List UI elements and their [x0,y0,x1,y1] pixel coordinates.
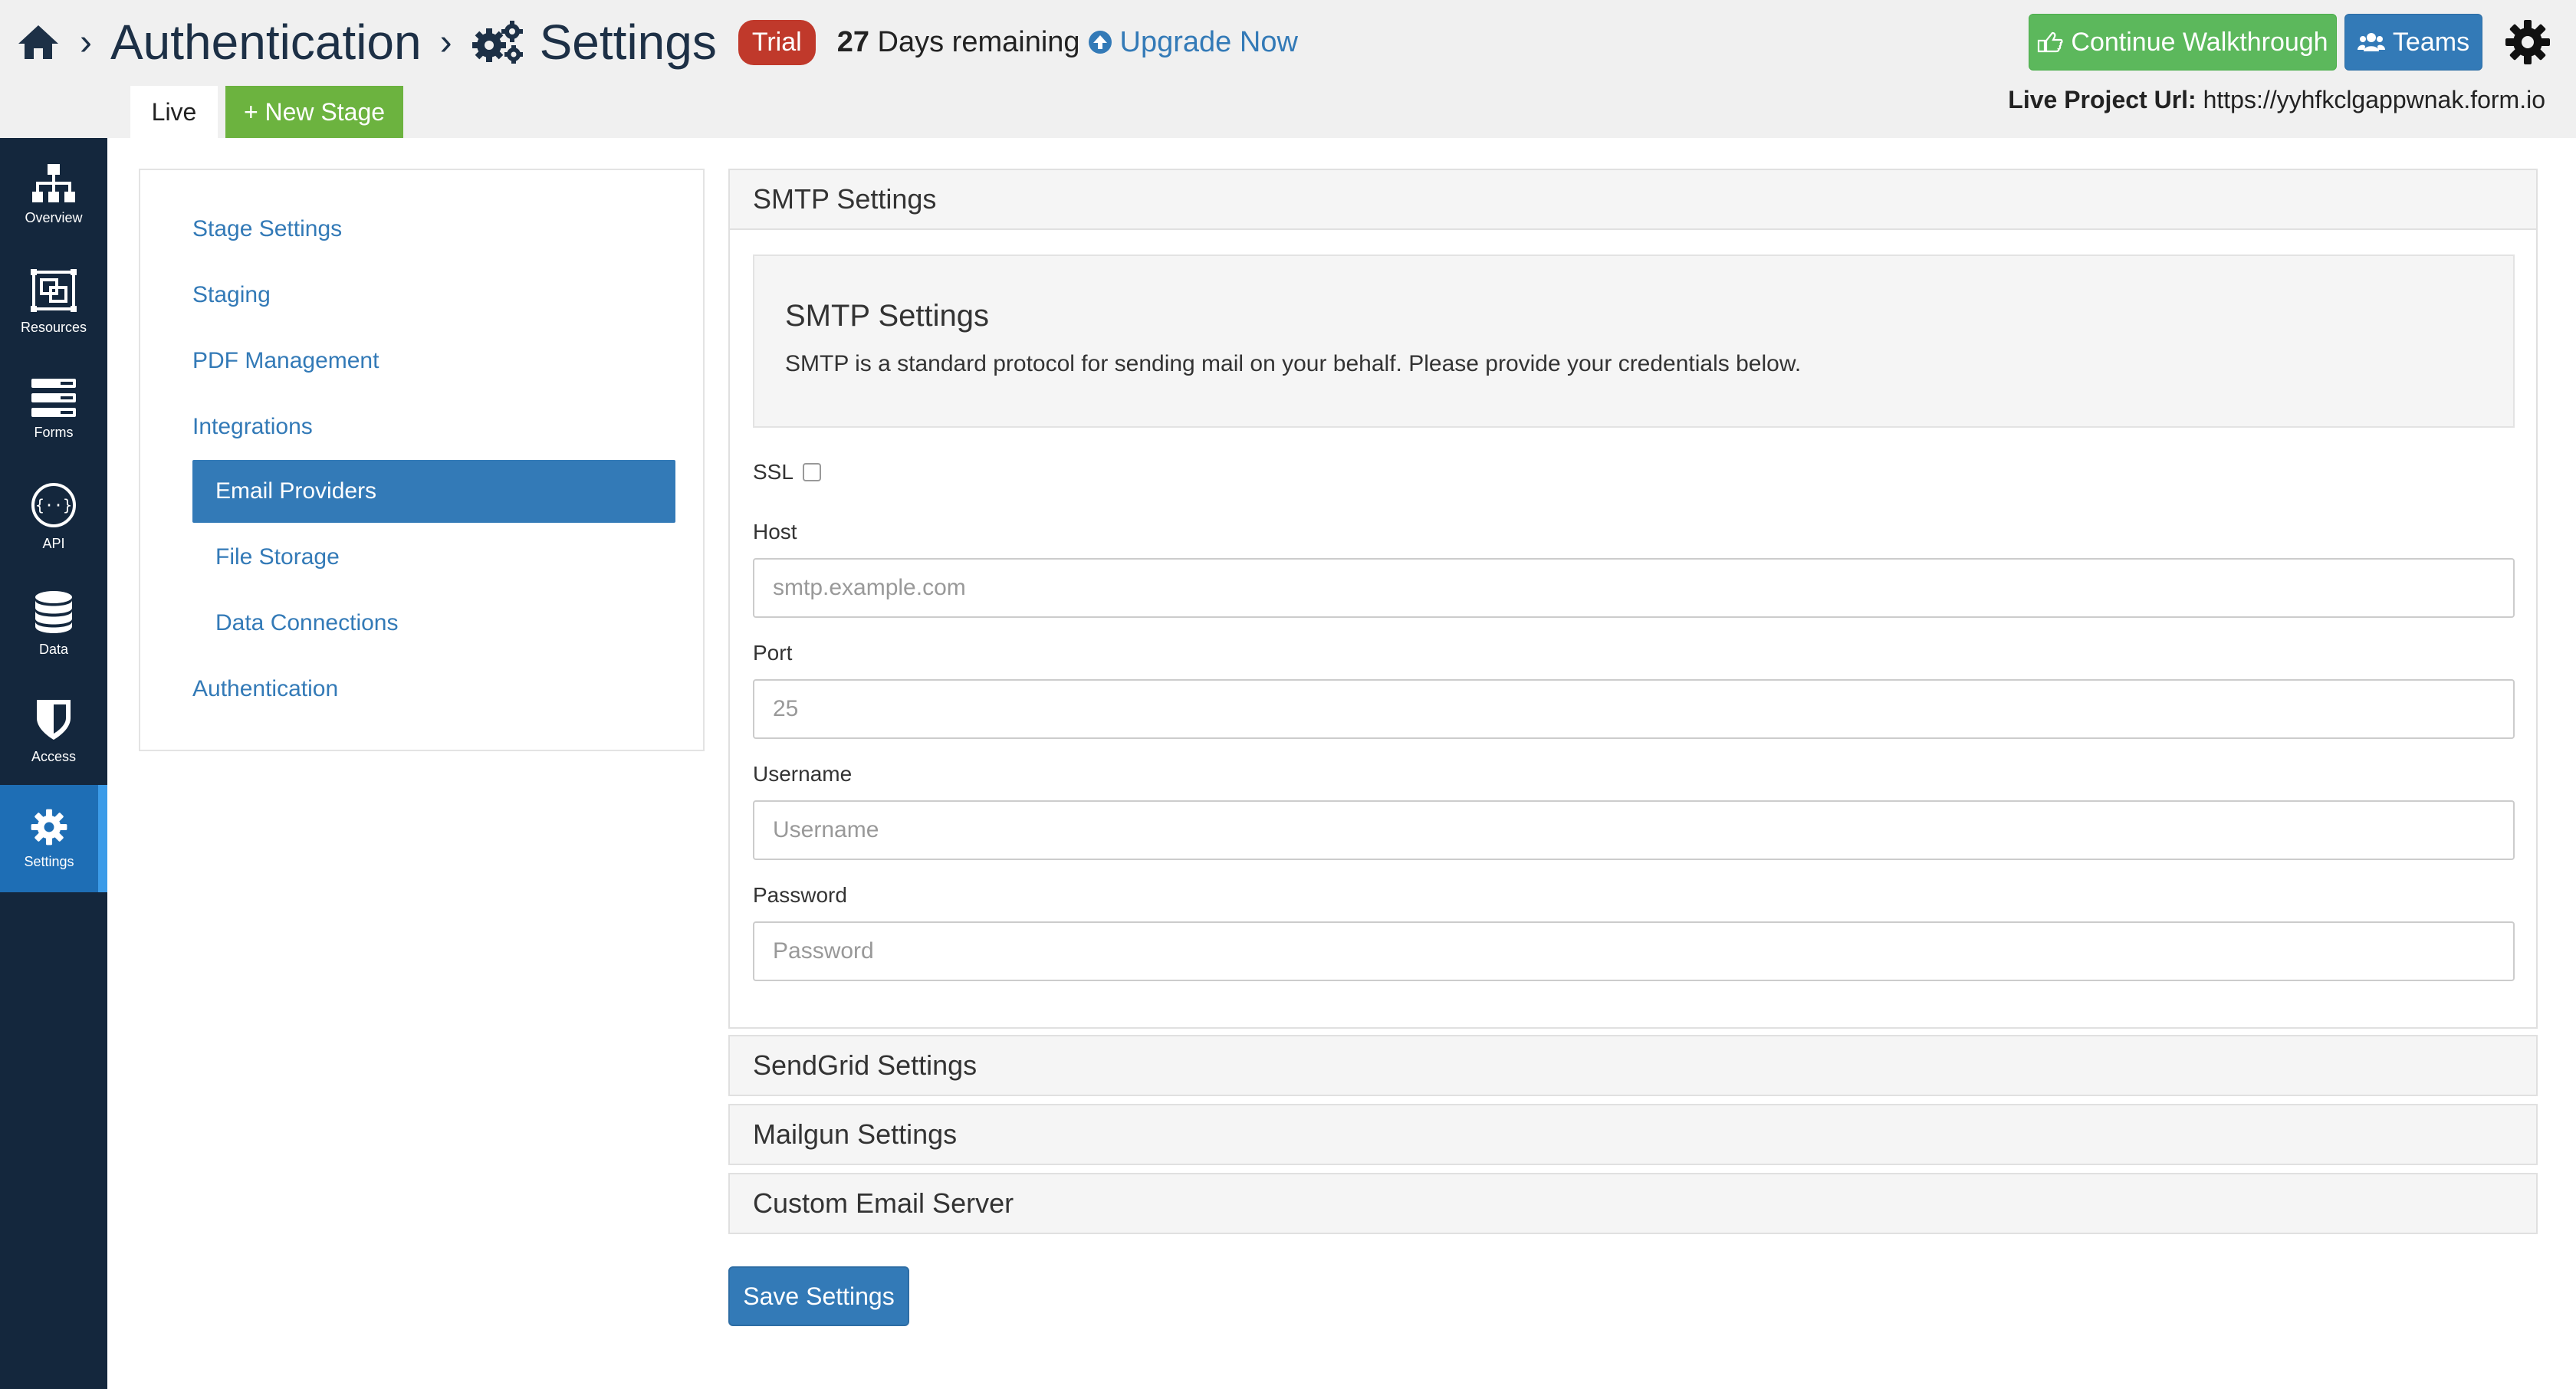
breadcrumb-separator: › [439,21,452,63]
resources-icon [31,268,77,312]
arrow-circle-up-icon [1088,31,1112,54]
tab-live[interactable]: Live [130,86,218,138]
days-remaining: 27 Days remaining [837,26,1080,59]
users-icon [2357,33,2385,51]
teams-button[interactable]: Teams [2344,14,2482,71]
nav-file-storage[interactable]: File Storage [215,544,340,570]
gears-icon [472,21,523,64]
mailgun-panel-heading: Mailgun Settings [753,1118,958,1150]
port-input[interactable] [753,679,2515,739]
walkthrough-label: Continue Walkthrough [2071,27,2328,57]
nav-email-providers[interactable]: Email Providers [192,460,675,523]
smtp-settings-panel: SMTP Settings SMTP Settings SMTP is a st… [728,169,2538,1029]
database-icon [35,590,72,633]
rail-item-resources[interactable]: Resources [0,248,107,356]
smtp-panel-heading[interactable]: SMTP Settings [730,170,2536,230]
username-input[interactable] [753,800,2515,860]
nav-pdf-management[interactable]: PDF Management [192,348,379,374]
rail-label: Settings [24,853,74,869]
forms-icon [31,378,76,417]
live-project-url: Live Project Url: https://yyhfkclgappwna… [2008,86,2545,114]
shield-icon [37,699,71,740]
nav-data-connections[interactable]: Data Connections [215,610,398,636]
top-header: › Authentication › Settings Trial 27 Day… [0,0,2576,138]
home-icon[interactable] [15,22,61,62]
host-label: Host [753,520,797,543]
page-title: Settings [539,15,717,70]
continue-walkthrough-button[interactable]: Continue Walkthrough [2029,14,2337,71]
ssl-field[interactable]: SSL [753,460,821,484]
gear-icon [31,809,67,845]
rail-item-api[interactable]: {··} API [0,463,107,570]
password-label: Password [753,883,847,907]
left-rail: Overview Resources Forms {··} API Data A… [0,138,107,1389]
password-input[interactable] [753,921,2515,981]
breadcrumb: › Authentication › Settings Trial 27 Day… [15,8,1298,77]
breadcrumb-authentication[interactable]: Authentication [110,14,422,71]
rail-item-data[interactable]: Data [0,570,107,678]
nav-stage-settings[interactable]: Stage Settings [192,216,342,242]
rail-item-overview[interactable]: Overview [0,141,107,248]
smtp-well-title: SMTP Settings [785,299,990,333]
svg-text:{··}: {··} [35,496,72,514]
trial-badge: Trial [738,19,816,65]
upgrade-link[interactable]: Upgrade Now [1088,26,1298,59]
sendgrid-settings-panel[interactable]: SendGrid Settings [728,1035,2538,1096]
custom-email-server-panel[interactable]: Custom Email Server [728,1173,2538,1234]
rail-label: Overview [25,209,83,225]
days-count: 27 [836,25,869,58]
ssl-checkbox[interactable] [802,463,821,481]
ssl-label: SSL [753,460,794,484]
mailgun-settings-panel[interactable]: Mailgun Settings [728,1104,2538,1165]
rail-label: Data [38,641,69,657]
breadcrumb-separator: › [80,21,92,63]
api-icon: {··} [31,482,76,527]
rail-label: Access [31,748,77,764]
sitemap-icon [32,163,75,202]
host-input[interactable] [753,558,2515,618]
nav-authentication[interactable]: Authentication [192,676,338,702]
hand-pointer-icon [2038,31,2064,53]
live-url-label: Live Project Url: [2008,86,2196,113]
upgrade-label: Upgrade Now [1119,25,1298,58]
sendgrid-panel-heading: SendGrid Settings [753,1049,978,1081]
custom-email-panel-heading: Custom Email Server [753,1187,1014,1219]
rail-item-forms[interactable]: Forms [0,356,107,463]
settings-nav: Stage Settings Staging PDF Management In… [139,169,705,751]
port-label: Port [753,641,793,665]
rail-item-access[interactable]: Access [0,678,107,785]
smtp-info-well: SMTP Settings SMTP is a standard protoco… [753,254,2515,428]
days-label: Days remaining [877,25,1080,58]
nav-integrations[interactable]: Integrations [192,414,313,440]
nav-staging[interactable]: Staging [192,282,271,308]
rail-label: API [42,535,65,551]
teams-label: Teams [2392,27,2470,57]
rail-item-settings[interactable]: Settings [0,785,107,892]
new-stage-button[interactable]: + New Stage [225,86,403,138]
rail-label: Resources [20,319,87,335]
username-label: Username [753,762,853,786]
live-url-value[interactable]: https://yyhfkclgappwnak.form.io [2203,86,2545,113]
smtp-well-description: SMTP is a standard protocol for sending … [785,351,1802,376]
rail-label: Forms [34,424,74,440]
save-settings-button[interactable]: Save Settings [728,1266,909,1326]
gear-icon[interactable] [2504,18,2551,66]
